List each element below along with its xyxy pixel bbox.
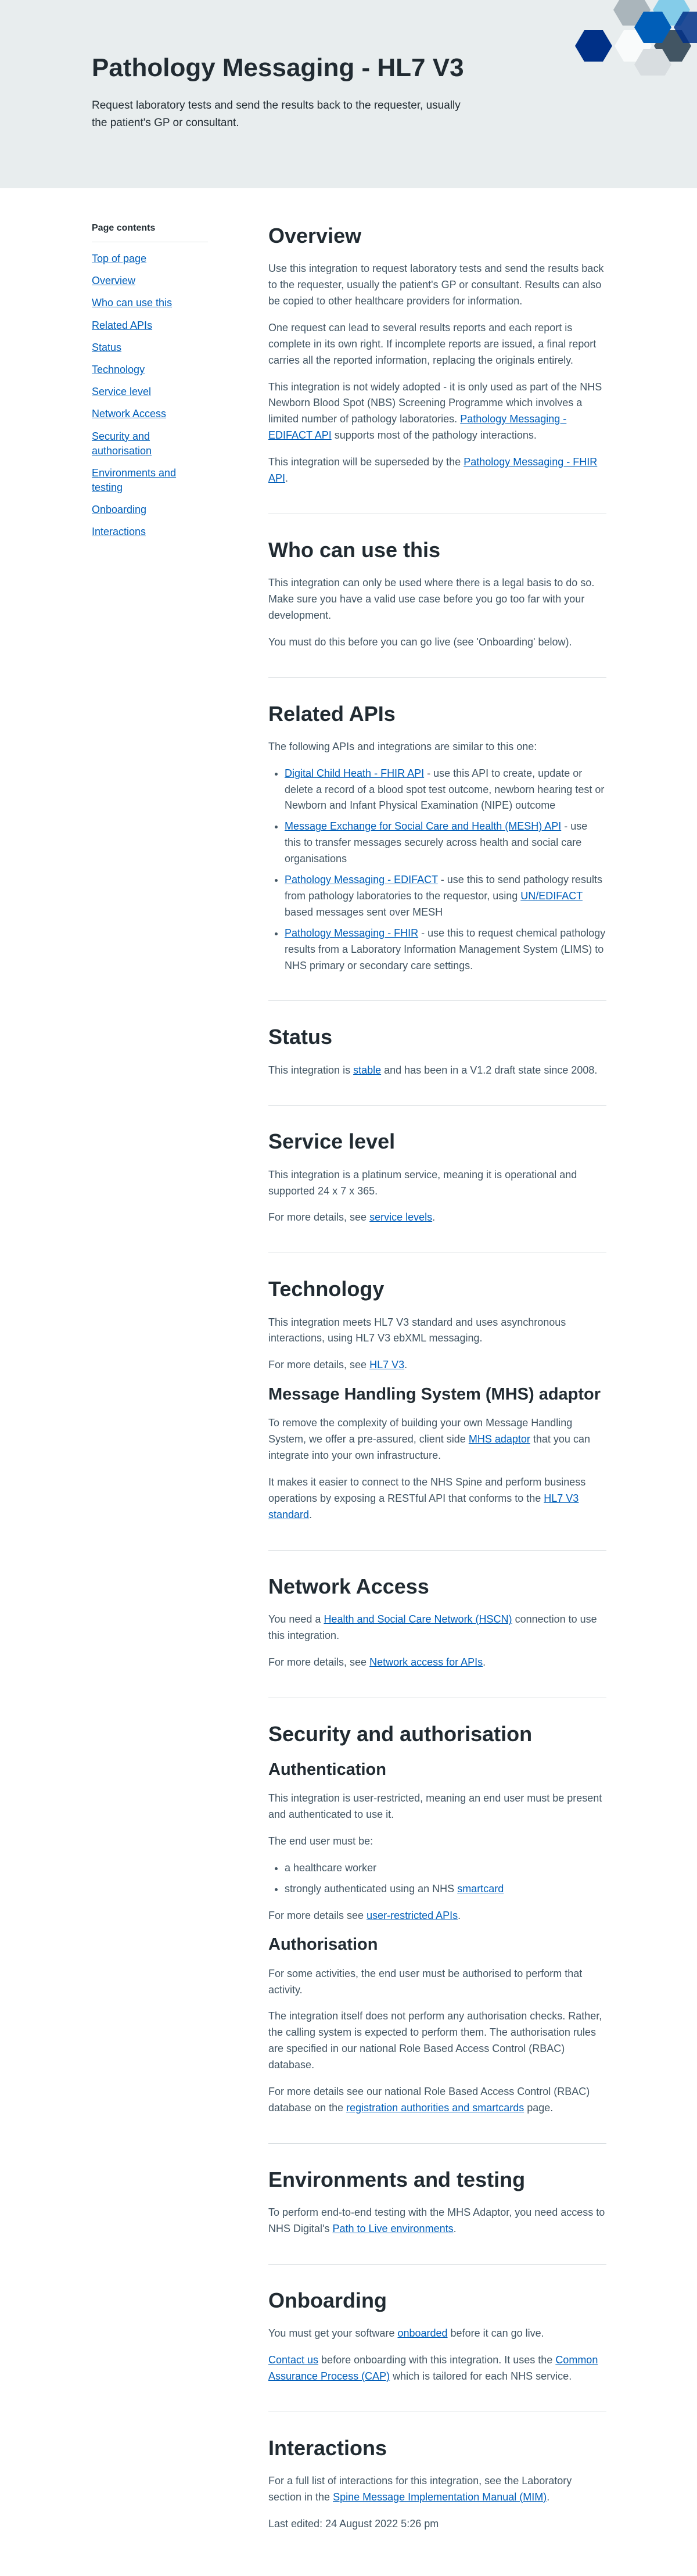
nav-link-onboarding[interactable]: Onboarding [92, 504, 146, 515]
subsection-heading: Message Handling System (MHS) adaptor [268, 1385, 601, 1404]
paragraph: Use this integration to request laborato… [268, 263, 604, 307]
related-apis-list: Digital Child Heath - FHIR API - use thi… [285, 766, 606, 974]
paragraph: This integration meets HL7 V3 standard a… [268, 1316, 566, 1344]
section-who-can-use-this: Who can use this This integration can on… [268, 537, 606, 678]
paragraph: The end user must be: [268, 1835, 373, 1847]
paragraph: The integration itself does not perform … [268, 2010, 602, 2071]
link-hl7-v3[interactable]: HL7 V3 [369, 1359, 404, 1370]
section-heading: Service level [268, 1129, 396, 1154]
link-un-edifact[interactable]: UN/EDIFACT [520, 890, 583, 902]
link-digital-child-health[interactable]: Digital Child Heath - FHIR API [285, 767, 424, 779]
nav-link-environments[interactable]: Environments and testing [92, 467, 176, 493]
link-network-access[interactable]: Network access for APIs [369, 1656, 483, 1668]
paragraph: For more details see user-restricted API… [268, 1909, 461, 1921]
list-item: strongly authenticated using an NHS smar… [285, 1881, 606, 1897]
paragraph: It makes it easier to connect to the NHS… [268, 1476, 586, 1520]
section-service-level: Service level This integration is a plat… [268, 1129, 606, 1254]
paragraph: You must do this before you can go live … [268, 636, 572, 648]
link-service-levels[interactable]: service levels [369, 1211, 432, 1223]
last-edited: Last edited: 24 August 2022 5:26 pm [268, 2517, 439, 2530]
paragraph: You need a Health and Social Care Networ… [268, 1613, 597, 1641]
list-item: a healthcare worker [285, 1860, 606, 1877]
paragraph: This integration will be superseded by t… [268, 456, 598, 484]
link-hscn[interactable]: Health and Social Care Network (HSCN) [324, 1613, 512, 1625]
list-item: Message Exchange for Social Care and Hea… [285, 819, 606, 867]
section-technology: Technology This integration meets HL7 V3… [268, 1276, 606, 1551]
paragraph: This integration can only be used where … [268, 577, 595, 621]
section-security: Security and authorisation Authenticatio… [268, 1721, 606, 2144]
link-stable[interactable]: stable [353, 1064, 381, 1076]
page-summary: Request laboratory tests and send the re… [92, 99, 461, 129]
section-heading: Who can use this [268, 537, 441, 562]
link-mhs-adaptor[interactable]: MHS adaptor [469, 1433, 530, 1445]
section-related-apis: Related APIs The following APIs and inte… [268, 701, 606, 1002]
section-onboarding: Onboarding You must get your software on… [268, 2288, 606, 2412]
paragraph: One request can lead to several results … [268, 321, 597, 366]
section-heading: Status [268, 1025, 333, 1049]
section-heading: Interactions [268, 2435, 387, 2460]
paragraph: To remove the complexity of building you… [268, 1417, 590, 1462]
section-heading: Overview [268, 224, 362, 247]
paragraph: For more details see our national Role B… [268, 2086, 590, 2114]
list-item: Pathology Messaging - FHIR - use this to… [285, 925, 606, 974]
link-onboarded[interactable]: onboarded [397, 2327, 447, 2339]
paragraph: For more details, see HL7 V3. [268, 1359, 408, 1371]
section-heading: Onboarding [268, 2288, 387, 2312]
nav-link-overview[interactable]: Overview [92, 275, 135, 286]
nav-link-top-of-page[interactable]: Top of page [92, 253, 146, 264]
section-interactions: Interactions For a full list of interact… [268, 2435, 606, 2559]
link-smartcard[interactable]: smartcard [457, 1883, 504, 1895]
link-spine-mim[interactable]: Spine Message Implementation Manual (MIM… [333, 2491, 547, 2503]
section-heading: Network Access [268, 1574, 429, 1598]
section-status: Status This integration is stable and ha… [268, 1024, 606, 1106]
page-contents-heading: Page contents [92, 223, 208, 242]
nav-link-security[interactable]: Security and authorisation [92, 430, 152, 457]
link-path-to-live[interactable]: Path to Live environments [332, 2223, 453, 2234]
section-heading: Security and authorisation [268, 1721, 533, 1746]
end-user-list: a healthcare worker strongly authenticat… [285, 1860, 606, 1897]
section-heading: Environments and testing [268, 2167, 526, 2191]
nav-link-status[interactable]: Status [92, 342, 121, 353]
paragraph: This integration is user-restricted, mea… [268, 1792, 602, 1820]
page-header: Pathology Messaging - HL7 V3 Request lab… [0, 0, 697, 188]
link-pathology-fhir[interactable]: Pathology Messaging - FHIR [285, 927, 418, 939]
nav-link-who-can-use-this[interactable]: Who can use this [92, 297, 172, 308]
list-item: Pathology Messaging - EDIFACT - use this… [285, 872, 606, 921]
paragraph: You must get your software onboarded bef… [268, 2327, 544, 2339]
paragraph: For more details, see Network access for… [268, 1656, 486, 1668]
section-environments: Environments and testing To perform end-… [268, 2167, 606, 2265]
paragraph: The following APIs and integrations are … [268, 740, 537, 752]
link-registration-authorities[interactable]: registration authorities and smartcards [346, 2102, 524, 2114]
link-pathology-edifact[interactable]: Pathology Messaging - EDIFACT [285, 874, 438, 885]
main-content: Overview Use this integration to request… [268, 223, 606, 2559]
subsection-heading: Authentication [268, 1760, 386, 1779]
link-mesh-api[interactable]: Message Exchange for Social Care and Hea… [285, 820, 561, 832]
page-contents-nav: Page contents Top of page Overview Who c… [92, 223, 208, 547]
paragraph: This integration is stable and has been … [268, 1064, 598, 1076]
page-title: Pathology Messaging - HL7 V3 [92, 53, 464, 82]
nav-link-related-apis[interactable]: Related APIs [92, 320, 152, 331]
paragraph: Contact us before onboarding with this i… [268, 2353, 598, 2382]
link-user-restricted-apis[interactable]: user-restricted APIs [367, 1910, 458, 1921]
list-item: Digital Child Heath - FHIR API - use thi… [285, 766, 606, 815]
paragraph: To perform end-to-end testing with the M… [268, 2206, 605, 2234]
subsection-heading: Authorisation [268, 1935, 378, 1954]
paragraph: For a full list of interactions for this… [268, 2474, 572, 2503]
nav-link-interactions[interactable]: Interactions [92, 526, 146, 537]
section-heading: Related APIs [268, 701, 396, 726]
nav-link-technology[interactable]: Technology [92, 364, 145, 375]
section-heading: Technology [268, 1277, 385, 1301]
nav-link-network-access[interactable]: Network Access [92, 408, 166, 419]
link-contact-us[interactable]: Contact us [268, 2354, 318, 2366]
paragraph: For some activities, the end user must b… [268, 1967, 583, 1996]
section-network-access: Network Access You need a Health and Soc… [268, 1574, 606, 1698]
hexagon-decoration [569, 0, 697, 80]
paragraph: This integration is a platinum service, … [268, 1168, 577, 1197]
paragraph: For more details, see service levels. [268, 1211, 436, 1224]
paragraph: This integration is not widely adopted -… [268, 381, 602, 442]
section-overview: Overview Use this integration to request… [268, 223, 606, 514]
nav-link-service-level[interactable]: Service level [92, 386, 151, 397]
